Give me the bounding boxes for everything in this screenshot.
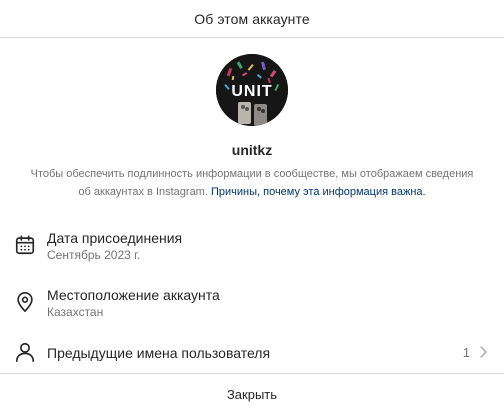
profile-username: unitkz [231,142,273,158]
row-account-location-value: Казахстан [47,305,104,319]
dialog-title: Об этом аккаунте [194,10,310,27]
person-icon [15,342,35,362]
chevron-right-icon [480,346,487,358]
row-account-location-title: Местоположение аккаунта [47,287,220,303]
calendar-icon [15,235,35,255]
row-date-joined-title: Дата присоединения [47,230,183,246]
avatar-image: UNIT [216,54,288,126]
row-date-joined: Дата присоединения Сентябрь 2023 г. [0,222,504,266]
previous-usernames-count: 1 [462,345,470,360]
info-description: Чтобы обеспечить подлинность информации … [24,165,480,201]
avatar-logo-text: UNIT [231,83,272,100]
about-account-dialog: Об этом аккаунте UNIT unitkz Чтобы обесп… [0,0,504,414]
row-account-location: Местоположение аккаунта Казахстан [0,279,504,323]
close-button-label: Закрыть [226,386,278,402]
row-date-joined-value: Сентябрь 2023 г. [47,248,141,262]
why-info-important-link[interactable]: Причины, почему эта информация важна. [211,186,426,198]
dialog-header: Об этом аккаунте [0,0,504,38]
row-previous-usernames[interactable]: Предыдущие имена пользователя 1 [0,330,504,374]
close-button[interactable]: Закрыть [0,373,504,414]
avatar: UNIT [216,54,288,126]
row-previous-usernames-title: Предыдущие имена пользователя [47,345,271,361]
location-pin-icon [17,292,33,312]
